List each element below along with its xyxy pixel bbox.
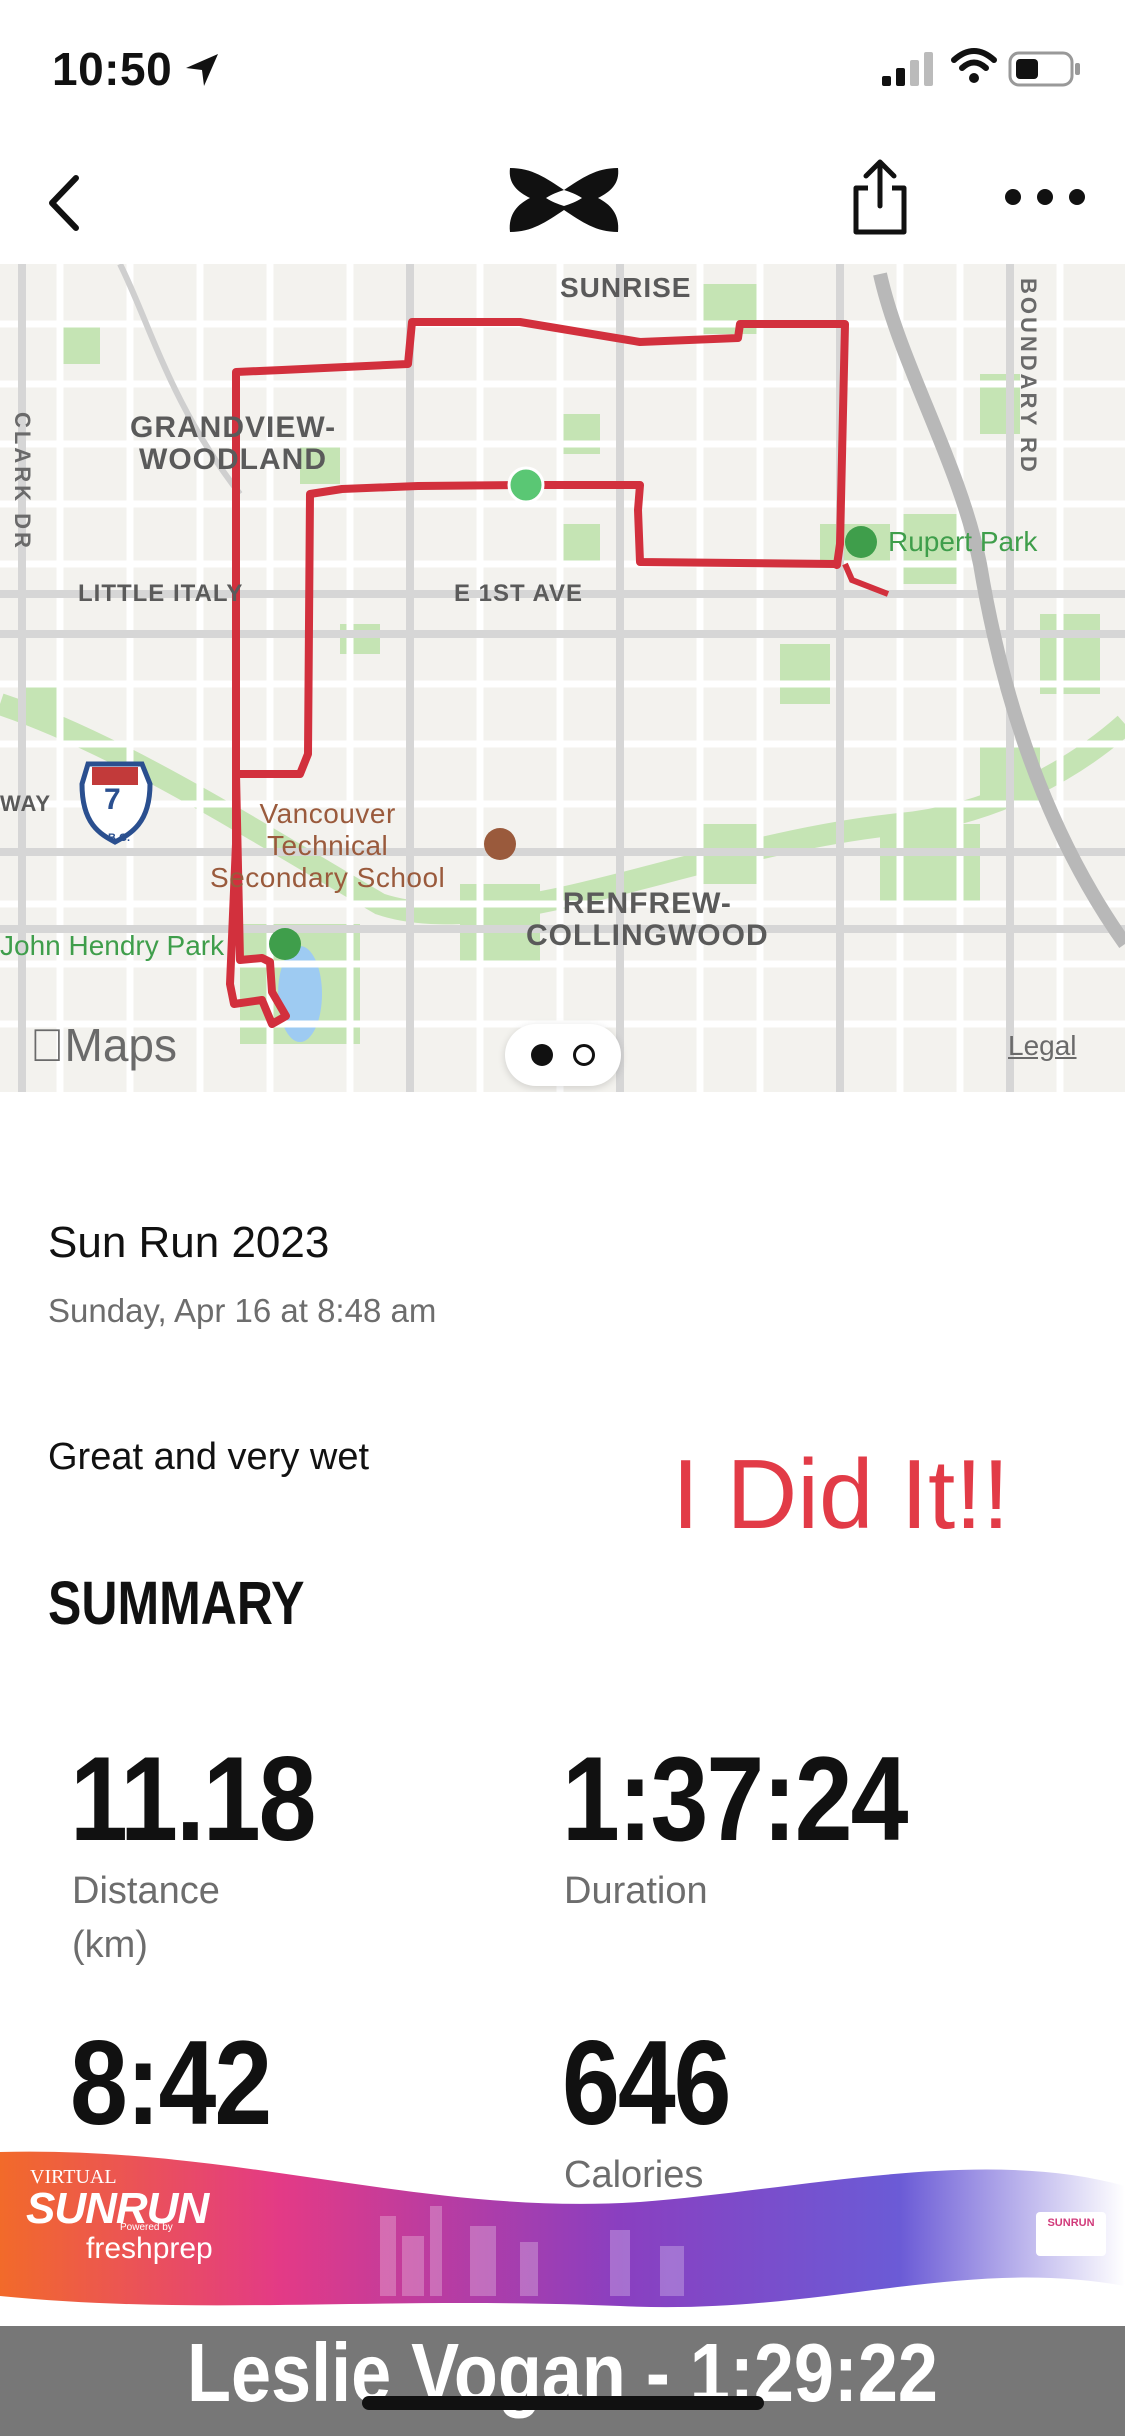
label-sunrise: SUNRISE — [560, 272, 692, 303]
label-john-hendry-park: John Hendry Park — [0, 930, 225, 961]
page-dot-inactive[interactable] — [573, 1044, 595, 1066]
sponsor-freshprep: freshprep — [86, 2232, 213, 2265]
label-rupert-park: Rupert Park — [888, 526, 1038, 557]
map-tiles — [0, 264, 1125, 1092]
badge-logo-text: SUNRUN — [1047, 2217, 1095, 2229]
label-highway-bc: B.C. — [108, 832, 130, 844]
sunrun-badge: SUNRUN — [1036, 2212, 1106, 2256]
label-little-italy: LITTLE ITALY — [78, 580, 244, 607]
share-icon[interactable] — [848, 158, 912, 238]
activity-notes: Great and very wet — [48, 1436, 370, 1478]
label-renfrew-collingwood: RENFREW- COLLINGWOOD — [526, 887, 769, 952]
back-chevron-icon[interactable] — [40, 170, 90, 236]
page-dot-active[interactable] — [531, 1044, 553, 1066]
apple-maps-logo: Maps — [30, 1018, 177, 1072]
annotation-text: I Did It!! — [672, 1439, 1010, 1549]
label-way: WAY — [0, 791, 52, 816]
stat-duration-label: Duration — [564, 1870, 708, 1912]
stat-calories-value: 646 — [562, 2017, 732, 2151]
label-e-1st-ave: E 1ST AVE — [454, 580, 584, 607]
label-clark-dr: CLARK DR — [10, 412, 35, 551]
location-arrow-icon — [186, 54, 218, 86]
sunrun-logo: SUNRUN — [26, 2184, 209, 2233]
map-legal-link[interactable]: Legal — [1008, 1030, 1077, 1062]
stat-distance-value: 11.18 — [70, 1733, 317, 1867]
route-map[interactable]: SUNRISE GRANDVIEW- WOODLAND CLARK DR BOU… — [0, 264, 1125, 1092]
label-grandview-woodland: GRANDVIEW- WOODLAND — [130, 411, 337, 476]
battery-icon — [1008, 51, 1080, 87]
stat-duration-value: 1:37:24 — [562, 1733, 908, 1867]
status-time: 10:50 — [52, 43, 173, 95]
home-indicator[interactable] — [362, 2396, 764, 2410]
activity-title: Sun Run 2023 — [48, 1218, 330, 1267]
label-boundary-rd: BOUNDARY RD — [1016, 278, 1041, 475]
label-vancouver-technical: Vancouver Technical Secondary School — [210, 798, 446, 893]
map-page-indicator[interactable] — [505, 1024, 621, 1086]
label-highway-7: 7 — [104, 783, 122, 816]
more-options-icon[interactable] — [1000, 182, 1090, 212]
stat-pace-value: 8:42 — [70, 2017, 272, 2151]
maps-brand-text: Maps — [30, 1019, 177, 1071]
wifi-icon — [951, 48, 997, 83]
signal-icon — [882, 52, 933, 86]
summary-heading: SUMMARY — [48, 1569, 305, 1638]
stat-distance-label: Distance (km) — [72, 1870, 220, 1966]
under-armour-logo-icon — [509, 168, 619, 232]
activity-date: Sunday, Apr 16 at 8:48 am — [48, 1292, 437, 1329]
